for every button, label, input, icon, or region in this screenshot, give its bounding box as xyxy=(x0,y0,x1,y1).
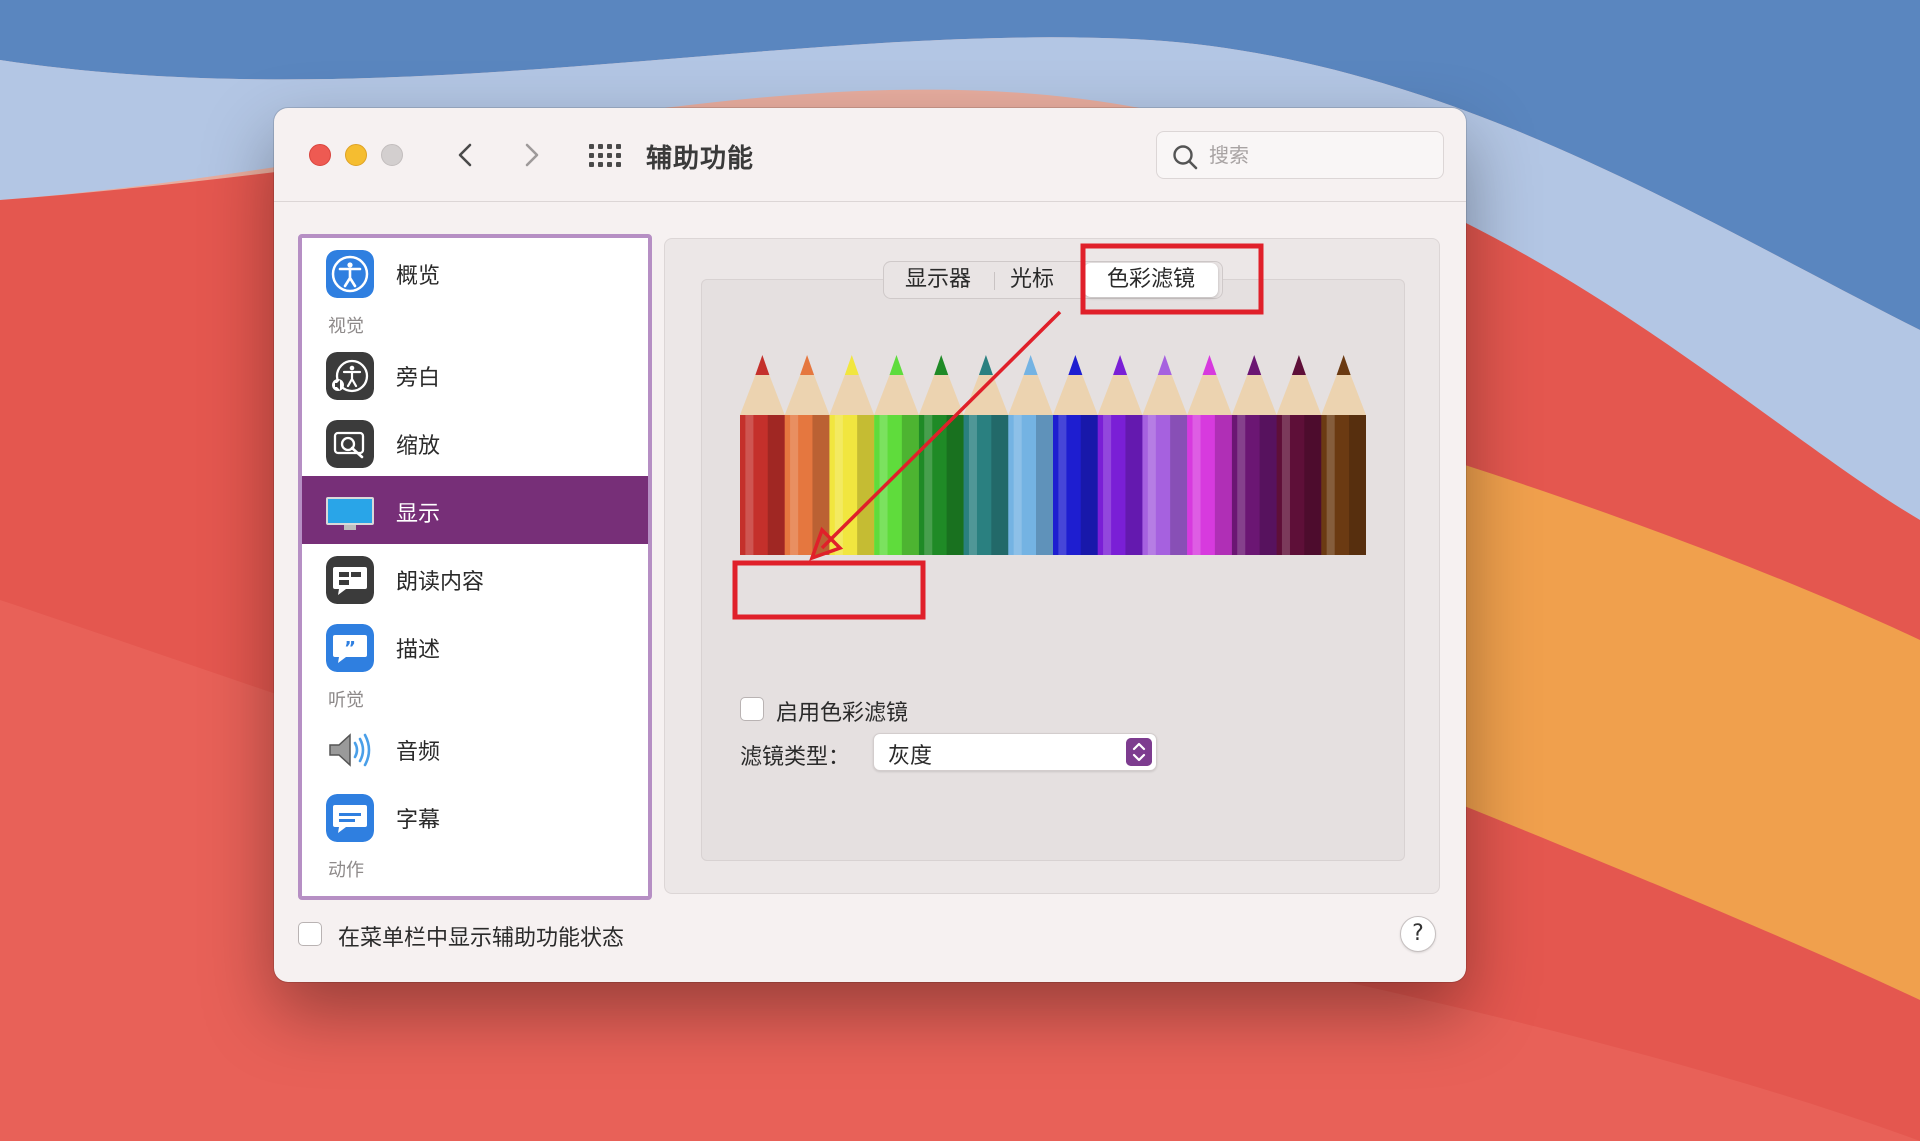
search-icon xyxy=(1173,145,1198,170)
pencil xyxy=(784,355,830,555)
sidebar-item-label: 旁白 xyxy=(396,366,441,391)
tab-bar: 显示器 光标 色彩滤镜 xyxy=(883,261,1223,299)
pencil xyxy=(1053,355,1099,555)
descriptions-icon: ” xyxy=(326,624,374,672)
sidebar-item-display[interactable]: 显示 xyxy=(302,476,648,544)
window-title: 辅助功能 xyxy=(646,144,755,174)
up-down-arrows-icon xyxy=(1126,738,1152,766)
sidebar-item-label: 朗读内容 xyxy=(396,570,485,595)
sidebar-item-label: 缩放 xyxy=(396,434,441,459)
pencil xyxy=(740,355,786,555)
tab-pointer[interactable]: 光标 xyxy=(998,262,1066,298)
enable-color-filters-label: 启用色彩滤镜 xyxy=(776,701,909,726)
captions-icon xyxy=(326,794,374,842)
sidebar-item-zoom[interactable]: 缩放 xyxy=(302,408,648,476)
menu-bar-status-label: 在菜单栏中显示辅助功能状态 xyxy=(338,926,625,951)
search-field[interactable] xyxy=(1156,131,1444,179)
tab-separator xyxy=(994,272,995,290)
sidebar-item-label: 音频 xyxy=(396,740,441,765)
sidebar-item-audio[interactable]: 音频 xyxy=(302,714,648,782)
filter-type-label: 滤镜类型： xyxy=(740,745,851,770)
sidebar-item-descriptions[interactable]: ” 描述 xyxy=(302,612,648,680)
pencil xyxy=(1276,355,1322,555)
search-input[interactable] xyxy=(1209,140,1429,170)
pencil xyxy=(963,355,1009,555)
pencil xyxy=(1187,355,1233,555)
sidebar-item-label: 字幕 xyxy=(396,808,441,833)
content-pane: 显示器 光标 色彩滤镜 启用色彩滤镜 滤镜类型： 灰度 xyxy=(664,238,1440,894)
accessibility-icon xyxy=(326,250,374,298)
voiceover-icon xyxy=(326,352,374,400)
pencil xyxy=(874,355,920,555)
help-button[interactable]: ? xyxy=(1400,916,1436,952)
pencil xyxy=(1231,355,1278,555)
chevron-left-icon[interactable] xyxy=(449,138,483,172)
sidebar: 概览 视觉 旁白 缩放 显示 朗读内容 ” 描述 听觉 音频 字幕 动作 xyxy=(298,234,652,900)
pencil xyxy=(1097,355,1143,555)
sidebar-item-captions[interactable]: 字幕 xyxy=(302,782,648,850)
close-window-button[interactable] xyxy=(309,144,331,166)
svg-text:”: ” xyxy=(344,638,356,659)
speaker-icon xyxy=(329,733,371,767)
minimize-window-button[interactable] xyxy=(345,144,367,166)
titlebar: 辅助功能 xyxy=(274,108,1466,202)
colored-pencils-image xyxy=(740,355,1366,555)
menu-bar-status-checkbox[interactable] xyxy=(298,922,322,946)
spoken-content-icon xyxy=(326,556,374,604)
sidebar-item-label: 显示 xyxy=(396,502,441,527)
filter-type-value: 灰度 xyxy=(888,744,933,769)
chevron-right-icon[interactable] xyxy=(514,138,548,172)
sidebar-item-label: 概览 xyxy=(396,264,441,289)
zoom-icon xyxy=(326,420,374,468)
section-hearing: 听觉 xyxy=(328,690,364,711)
section-motor: 动作 xyxy=(328,860,364,881)
pencil xyxy=(1142,355,1188,555)
zoom-window-button[interactable] xyxy=(381,144,403,166)
sidebar-item-spoken-content[interactable]: 朗读内容 xyxy=(302,544,648,612)
pencil xyxy=(1321,355,1366,555)
filter-type-select[interactable]: 灰度 xyxy=(873,733,1157,771)
section-vision: 视觉 xyxy=(328,316,364,337)
grid-icon[interactable] xyxy=(588,142,622,170)
pencil xyxy=(829,355,875,555)
tab-display[interactable]: 显示器 xyxy=(888,262,988,298)
sidebar-item-label: 描述 xyxy=(396,638,441,663)
sidebar-item-overview[interactable]: 概览 xyxy=(302,238,648,306)
display-icon xyxy=(326,497,374,530)
pencil xyxy=(1008,355,1054,555)
enable-color-filters-checkbox[interactable] xyxy=(740,697,764,721)
sidebar-item-voiceover[interactable]: 旁白 xyxy=(302,340,648,408)
tab-color-filters[interactable]: 色彩滤镜 xyxy=(1084,263,1218,297)
pencil xyxy=(918,355,965,555)
preferences-window: 辅助功能 概览 视觉 xyxy=(274,108,1466,982)
